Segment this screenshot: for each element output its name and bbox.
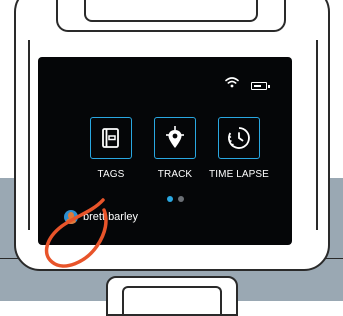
device-screen: TAGS TRACK TIME LAPSE brett barley	[38, 57, 292, 245]
user-account[interactable]: brett barley	[64, 208, 138, 226]
location-pin-icon	[166, 126, 184, 148]
time-lapse-app-button[interactable]	[218, 117, 260, 159]
page-dot[interactable]	[178, 196, 184, 202]
device-side-left	[12, 40, 30, 230]
time-lapse-app-label: TIME LAPSE	[209, 169, 269, 180]
username: brett barley	[83, 211, 139, 223]
track-app-button[interactable]	[154, 117, 196, 159]
battery-icon	[251, 82, 270, 90]
tag-book-icon	[102, 128, 119, 148]
device-side-right	[316, 40, 334, 230]
tags-app-button[interactable]	[90, 117, 132, 159]
wifi-icon	[225, 77, 239, 88]
device-top-inset	[84, 0, 258, 22]
status-bar	[38, 57, 292, 99]
avatar-icon	[64, 210, 78, 224]
timer-icon	[228, 127, 250, 149]
page-dot-active[interactable]	[167, 196, 173, 202]
device-mount-inset	[122, 286, 222, 316]
